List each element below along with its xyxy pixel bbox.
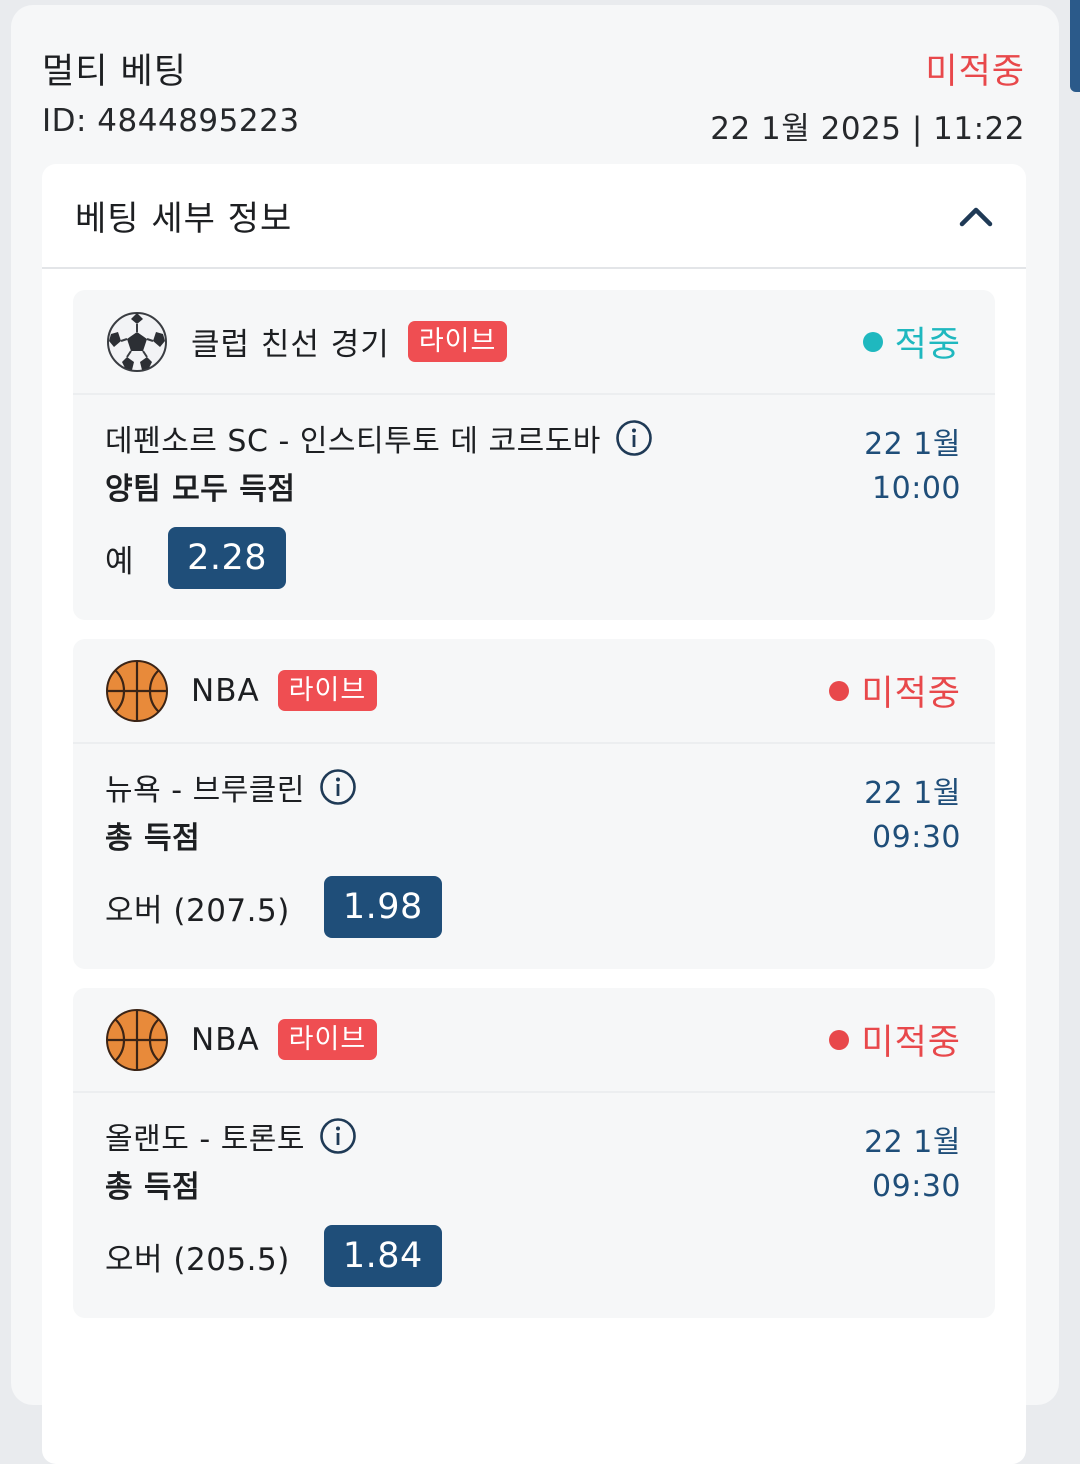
odds-badge: 2.28 [168,527,287,589]
match-row: 데펜소르 SC - 인스티투토 데 코르도바 [105,417,961,459]
match-row: 올랜도 - 토론토 [105,1115,961,1157]
event-body: 올랜도 - 토론토 총 득점 오버 (205.5) 1.84 22 1월 09:… [73,1093,995,1316]
basketball-icon [105,659,169,723]
league-name: NBA [191,1021,260,1058]
pick-label: 오버 (205.5) [105,1241,290,1278]
pick-row: 예 2.28 [105,527,961,589]
event-status: 미적중 [829,1014,961,1065]
match-name: 뉴욕 - 브루클린 [105,773,305,808]
status-dot-icon [829,680,850,701]
bet-datetime: 22 1월 2025 | 11:22 [710,111,1025,147]
info-icon[interactable] [319,1117,357,1155]
pick-label: 예 [105,543,135,580]
event-card: 클럽 친선 경기 라이브 적중 데펜소르 SC - 인스티투토 데 코르도바 양… [73,290,995,620]
event-time: 09:30 [872,1169,961,1204]
bet-details-title: 베팅 세부 정보 [75,199,293,239]
event-card: NBA 라이브 미적중 올랜도 - 토론토 총 득점 오버 (205.5) 1.… [73,988,995,1318]
scrollbar-thumb[interactable] [1070,0,1080,92]
event-date: 22 1월 [864,1125,961,1160]
bet-id: ID: 4844895223 [42,103,300,139]
bet-title: 멀티 베팅 [42,52,187,92]
bet-details-panel: 베팅 세부 정보 클럽 친선 경기 라이브 적중 데펜소르 SC - 인스티투토… [42,164,1026,1464]
league-name: 클럽 친선 경기 [191,327,390,363]
bet-details-header[interactable]: 베팅 세부 정보 [42,164,1026,269]
market-name: 총 득점 [105,821,201,856]
bet-status: 미적중 [925,52,1025,92]
event-time: 10:00 [872,471,961,506]
event-body: 데펜소르 SC - 인스티투토 데 코르도바 양팀 모두 득점 예 2.28 2… [73,395,995,618]
event-status-label: 미적중 [861,674,961,714]
event-card: NBA 라이브 미적중 뉴욕 - 브루클린 총 득점 오버 (207.5) 1.… [73,639,995,969]
event-header: NBA 라이브 미적중 [73,988,995,1093]
event-status-label: 적중 [894,325,961,365]
live-badge: 라이브 [407,321,508,362]
status-dot-icon [829,1029,850,1050]
info-icon[interactable] [615,419,653,457]
chevron-up-icon[interactable] [956,196,996,236]
live-badge: 라이브 [277,670,378,711]
event-body: 뉴욕 - 브루클린 총 득점 오버 (207.5) 1.98 22 1월 09:… [73,744,995,967]
event-header: NBA 라이브 미적중 [73,639,995,744]
match-name: 올랜도 - 토론토 [105,1122,305,1157]
event-date: 22 1월 [864,427,961,462]
event-date: 22 1월 [864,776,961,811]
info-icon[interactable] [319,768,357,806]
match-row: 뉴욕 - 브루클린 [105,766,961,808]
odds-badge: 1.98 [323,876,442,938]
event-status-label: 미적중 [861,1023,961,1063]
event-time: 09:30 [872,820,961,855]
basketball-icon [105,1008,169,1072]
market-name: 총 득점 [105,1170,201,1205]
league-name: NBA [191,672,260,709]
soccer-ball-icon [105,310,169,374]
bet-card: 멀티 베팅 미적중 ID: 4844895223 22 1월 2025 | 11… [11,5,1059,1464]
event-status: 미적중 [829,665,961,716]
odds-badge: 1.84 [323,1225,442,1287]
status-dot-icon [862,331,883,352]
pick-label: 오버 (207.5) [105,892,290,929]
market-name: 양팀 모두 득점 [105,472,296,507]
pick-row: 오버 (205.5) 1.84 [105,1225,961,1287]
match-name: 데펜소르 SC - 인스티투토 데 코르도바 [105,424,601,459]
event-header: 클럽 친선 경기 라이브 적중 [73,290,995,395]
event-list: 클럽 친선 경기 라이브 적중 데펜소르 SC - 인스티투토 데 코르도바 양… [73,290,995,1337]
event-status: 적중 [862,316,961,367]
pick-row: 오버 (207.5) 1.98 [105,876,961,938]
live-badge: 라이브 [277,1019,378,1060]
